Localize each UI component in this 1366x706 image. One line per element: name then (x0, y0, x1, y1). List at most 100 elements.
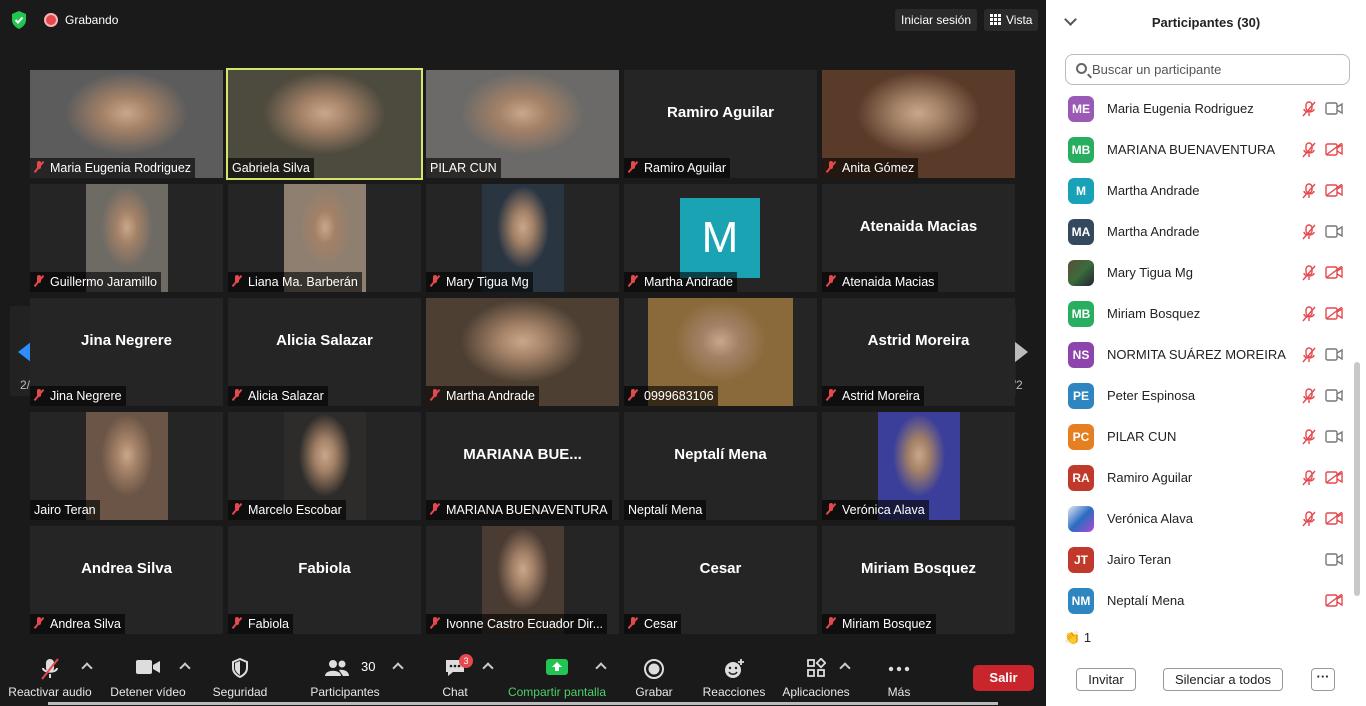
avatar: NM (1068, 588, 1094, 614)
video-tile[interactable]: Fabiola Fabiola (228, 526, 421, 634)
participant-row[interactable]: JT Jairo Teran (1046, 539, 1354, 580)
video-tile[interactable]: M Martha Andrade (624, 184, 817, 292)
view-label: Vista (1006, 13, 1033, 27)
video-tile[interactable]: Ivonne Castro Ecuador Dir... (426, 526, 619, 634)
camera-off-icon[interactable] (1325, 183, 1343, 197)
participant-display-name: MARIANA BUE... (463, 445, 582, 463)
video-tile[interactable]: Verónica Alava (822, 412, 1015, 520)
mic-muted-icon[interactable] (1302, 101, 1316, 117)
video-tile[interactable]: Atenaida Macias Atenaida Macias (822, 184, 1015, 292)
camera-icon[interactable] (1325, 225, 1343, 238)
video-tile[interactable]: PILAR CUN (426, 70, 619, 178)
mic-muted-icon[interactable] (1302, 306, 1316, 322)
participant-row[interactable]: Verónica Alava (1046, 498, 1354, 539)
video-tile[interactable]: Jina Negrere Jina Negrere (30, 298, 223, 406)
camera-off-icon[interactable] (1325, 470, 1343, 484)
participant-search-input[interactable] (1092, 57, 1342, 82)
participant-row[interactable]: ME Maria Eugenia Rodriguez (1046, 88, 1354, 129)
participants-options-caret-icon[interactable] (392, 662, 404, 674)
camera-off-icon[interactable] (1325, 265, 1343, 279)
participant-name-label: Miriam Bosquez (822, 614, 936, 634)
camera-off-icon[interactable] (1325, 306, 1343, 320)
participant-name: MARIANA BUENAVENTURA (446, 503, 608, 517)
mic-muted-icon[interactable] (1302, 347, 1316, 363)
camera-icon[interactable] (1325, 553, 1343, 566)
signin-button[interactable]: Iniciar sesión (895, 9, 978, 31)
mic-muted-icon[interactable] (1302, 388, 1316, 404)
video-tile[interactable]: Mary Tigua Mg (426, 184, 619, 292)
invite-button[interactable]: Invitar (1076, 668, 1136, 691)
chat-label: Chat (442, 685, 468, 699)
video-tile[interactable]: Alicia Salazar Alicia Salazar (228, 298, 421, 406)
security-button[interactable]: Seguridad (205, 648, 275, 706)
participant-name-label: 0999683106 (624, 386, 718, 406)
participant-row[interactable]: RA Ramiro Aguilar (1046, 457, 1354, 498)
video-tile[interactable]: Maria Eugenia Rodriguez (30, 70, 223, 178)
mic-muted-icon[interactable] (1302, 224, 1316, 240)
participants-button[interactable]: Participantes (305, 648, 385, 706)
mic-muted-icon[interactable] (1302, 183, 1316, 199)
share-screen-button[interactable]: Compartir pantalla (505, 648, 609, 706)
mic-muted-icon[interactable] (1302, 429, 1316, 445)
camera-off-icon[interactable] (1325, 593, 1343, 607)
video-tile[interactable]: Astrid Moreira Astrid Moreira (822, 298, 1015, 406)
video-tile[interactable]: Gabriela Silva (226, 68, 423, 180)
camera-off-icon[interactable] (1325, 142, 1343, 156)
camera-icon[interactable] (1325, 348, 1343, 361)
camera-icon[interactable] (1325, 430, 1343, 443)
meeting-toolbar: Reactivar audio Detener vídeo Seguridad (0, 648, 1046, 706)
video-tile[interactable]: Andrea Silva Andrea Silva (30, 526, 223, 634)
participant-name-label: Anita Gómez (822, 158, 919, 178)
camera-icon[interactable] (1325, 389, 1343, 402)
security-shield-icon[interactable] (10, 10, 28, 30)
video-tile[interactable]: Liana Ma. Barberán (228, 184, 421, 292)
mic-muted-icon (628, 161, 638, 173)
apps-button[interactable]: Aplicaciones (778, 648, 854, 706)
record-label: Grabar (635, 685, 673, 699)
video-tile[interactable]: Guillermo Jaramillo (30, 184, 223, 292)
participant-display-name: Fabiola (298, 559, 351, 577)
mute-all-button[interactable]: Silenciar a todos (1163, 668, 1283, 691)
participant-row[interactable]: MB Miriam Bosquez (1046, 293, 1354, 334)
participant-row[interactable]: PC PILAR CUN (1046, 416, 1354, 457)
participant-row[interactable]: MA Martha Andrade (1046, 211, 1354, 252)
participant-list-scrollbar[interactable] (1354, 362, 1360, 596)
participant-row[interactable]: NM Neptalí Mena (1046, 580, 1354, 616)
video-tile[interactable]: Martha Andrade (426, 298, 619, 406)
camera-icon[interactable] (1325, 102, 1343, 115)
mic-muted-icon[interactable] (1302, 470, 1316, 486)
video-tile[interactable]: Neptalí Mena Neptalí Mena (624, 412, 817, 520)
video-tile[interactable]: MARIANA BUE... MARIANA BUENAVENTURA (426, 412, 619, 520)
mic-muted-icon[interactable] (1302, 142, 1316, 158)
participant-name: Mary Tigua Mg (1107, 265, 1193, 280)
mic-muted-icon (826, 275, 836, 287)
reactions-button[interactable]: Reacciones (700, 648, 768, 706)
participant-name: Mary Tigua Mg (446, 275, 529, 289)
participant-row[interactable]: Mary Tigua Mg (1046, 252, 1354, 293)
participant-name-label: Andrea Silva (30, 614, 125, 634)
video-tile[interactable]: Ramiro Aguilar Ramiro Aguilar (624, 70, 817, 178)
video-tile[interactable]: Anita Gómez (822, 70, 1015, 178)
record-button[interactable]: Grabar (626, 648, 682, 706)
participant-row[interactable]: NS NORMITA SUÁREZ MOREIRA (1046, 334, 1354, 375)
video-tile[interactable]: 0999683106 (624, 298, 817, 406)
video-tile[interactable]: Cesar Cesar (624, 526, 817, 634)
camera-off-icon[interactable] (1325, 511, 1343, 525)
participant-row[interactable]: M Martha Andrade (1046, 170, 1354, 211)
video-tile[interactable]: Jairo Teran (30, 412, 223, 520)
panel-more-button[interactable]: ··· (1311, 668, 1335, 691)
video-tile[interactable]: Marcelo Escobar (228, 412, 421, 520)
mic-muted-icon[interactable] (1302, 265, 1316, 281)
participant-row[interactable]: MB MARIANA BUENAVENTURA (1046, 129, 1354, 170)
participant-row[interactable]: PE Peter Espinosa (1046, 375, 1354, 416)
exit-meeting-button[interactable]: Salir (973, 665, 1034, 691)
unmute-audio-button[interactable]: Reactivar audio (0, 648, 100, 706)
more-button[interactable]: Más (872, 648, 926, 706)
mic-muted-icon[interactable] (1302, 511, 1316, 527)
participant-name: Astrid Moreira (842, 389, 920, 403)
stop-video-button[interactable]: Detener vídeo (105, 648, 191, 706)
chat-button[interactable]: Chat (425, 648, 485, 706)
video-tile[interactable]: Miriam Bosquez Miriam Bosquez (822, 526, 1015, 634)
view-button[interactable]: Vista (984, 9, 1039, 31)
participant-search[interactable] (1065, 54, 1350, 85)
